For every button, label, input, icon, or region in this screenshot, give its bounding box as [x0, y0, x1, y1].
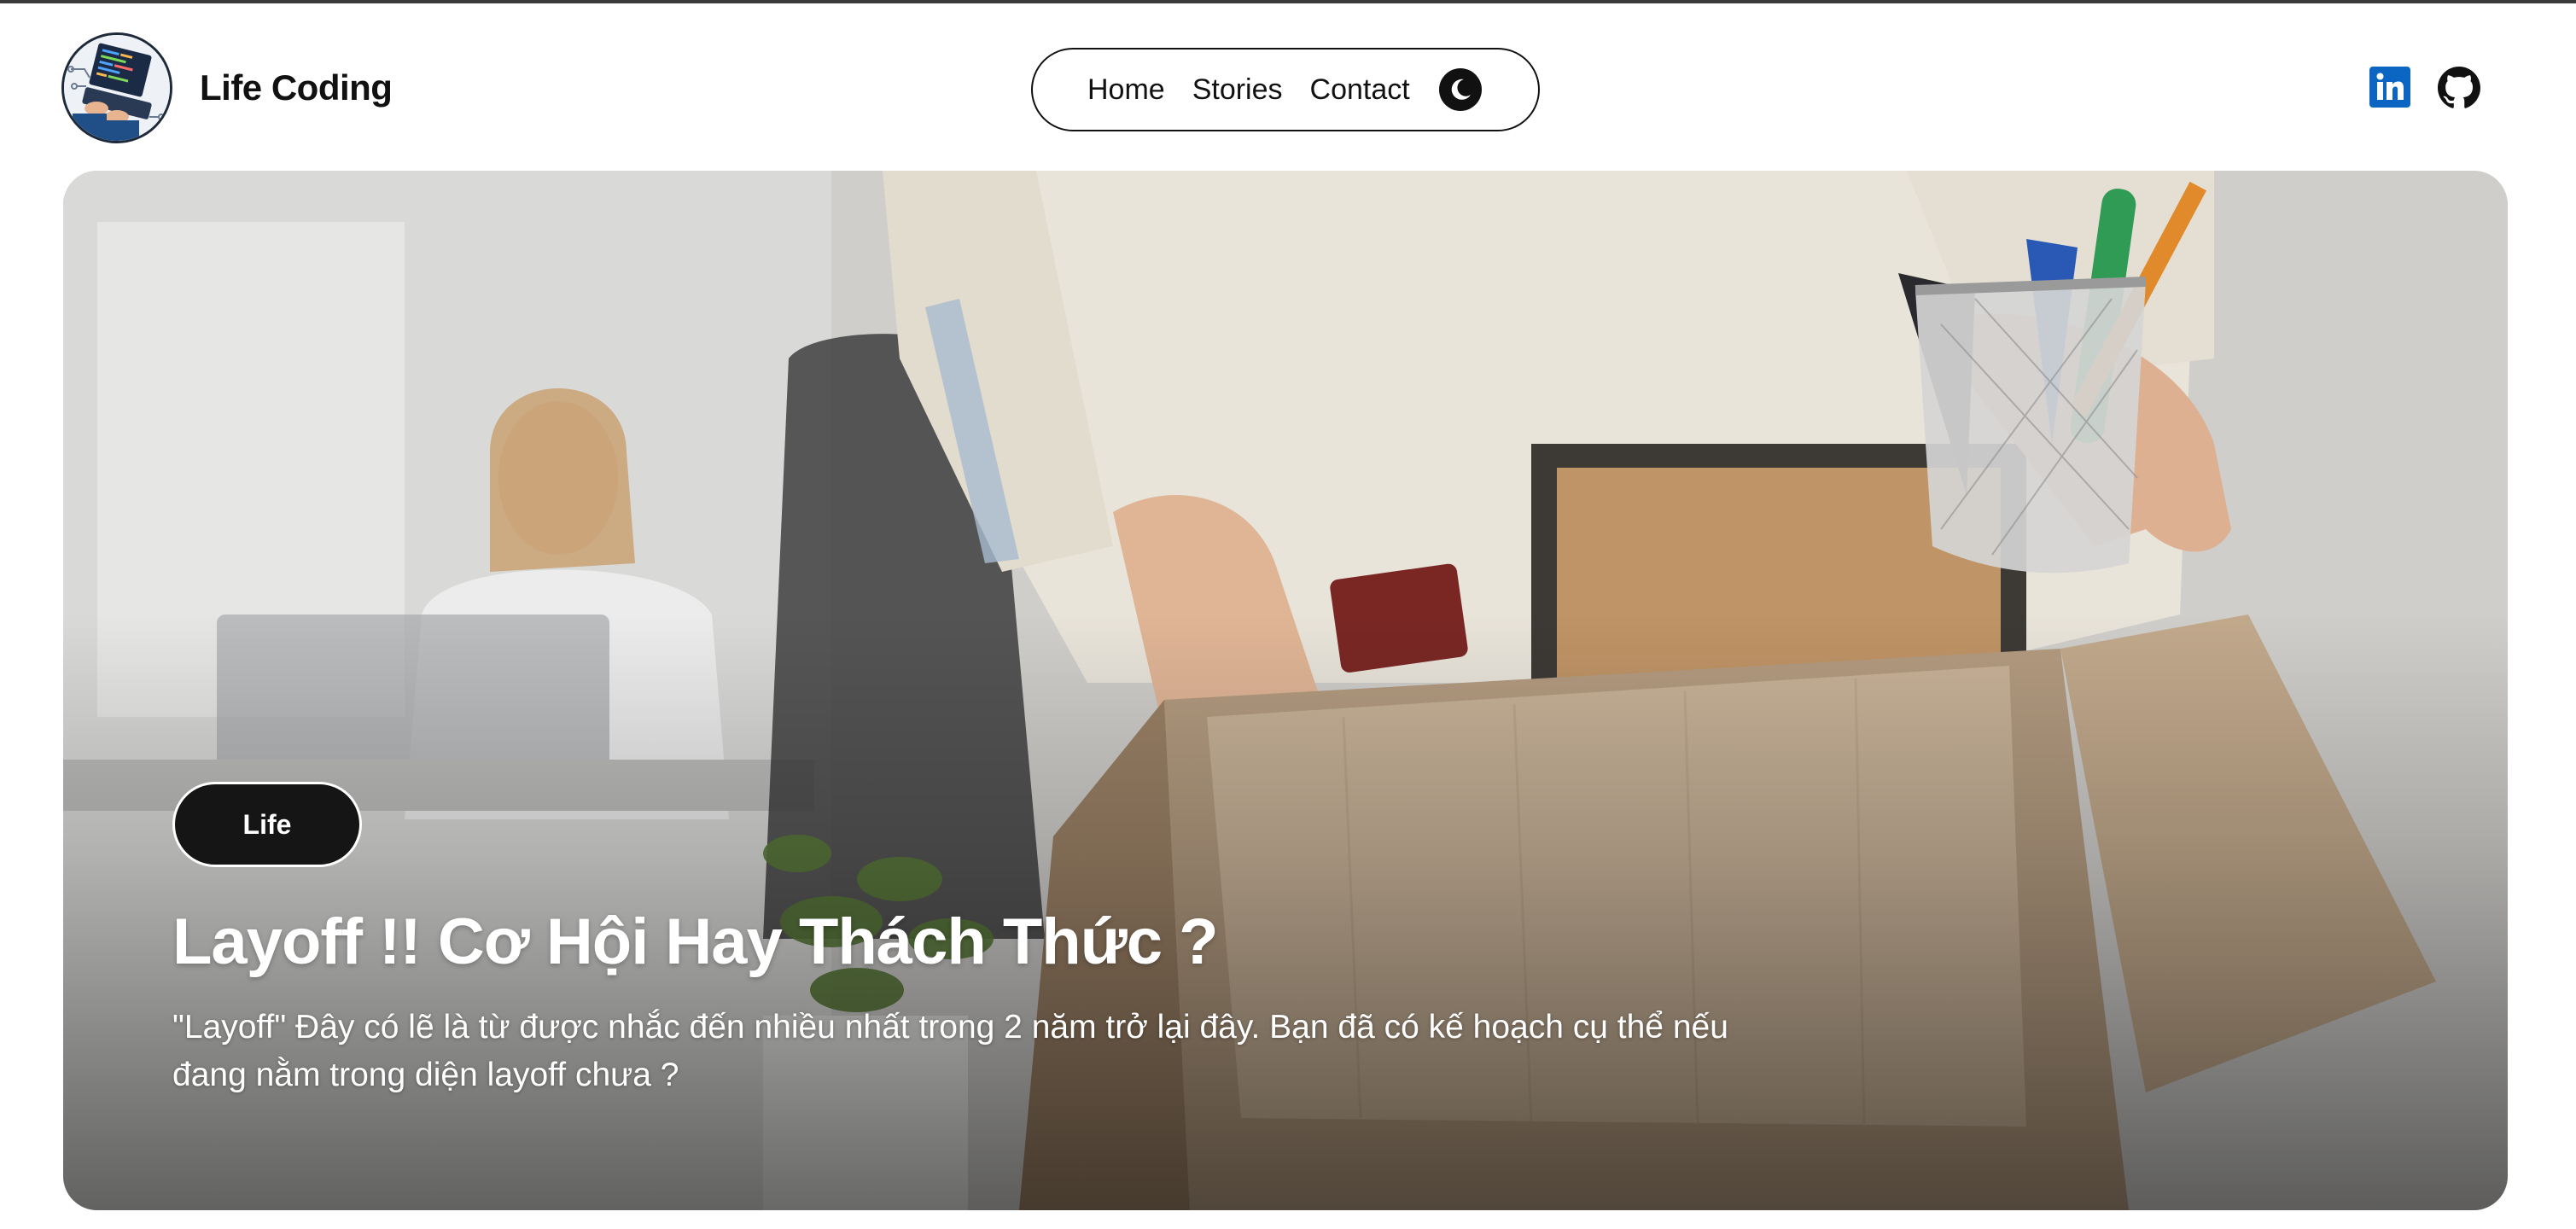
github-link[interactable] — [2438, 67, 2480, 114]
brand[interactable]: Life Coding — [61, 32, 393, 143]
site-header: Life Coding Home Stories Contact — [0, 3, 2576, 171]
linkedin-link[interactable] — [2369, 67, 2410, 112]
brand-name[interactable]: Life Coding — [200, 67, 393, 108]
nav-item-home[interactable]: Home — [1087, 73, 1165, 107]
hero-post-description: "Layoff" Đây có lẽ là từ được nhắc đến n… — [172, 1009, 1728, 1093]
linkedin-icon — [2369, 67, 2410, 108]
category-tag-life[interactable]: Life — [172, 782, 362, 867]
nav-item-stories[interactable]: Stories — [1192, 73, 1283, 107]
hero-post-title[interactable]: Layoff !! Cơ Hội Hay Thách Thức ? — [172, 905, 1219, 979]
main-nav: Home Stories Contact — [1031, 48, 1540, 131]
logo-avatar-icon[interactable] — [61, 32, 172, 143]
theme-toggle-button[interactable] — [1438, 68, 1482, 111]
featured-post-hero[interactable]: Life Layoff !! Cơ Hội Hay Thách Thức ? "… — [63, 171, 2508, 1210]
nav-item-contact[interactable]: Contact — [1310, 73, 1410, 107]
moon-icon — [1451, 79, 1471, 100]
github-icon — [2438, 67, 2480, 108]
